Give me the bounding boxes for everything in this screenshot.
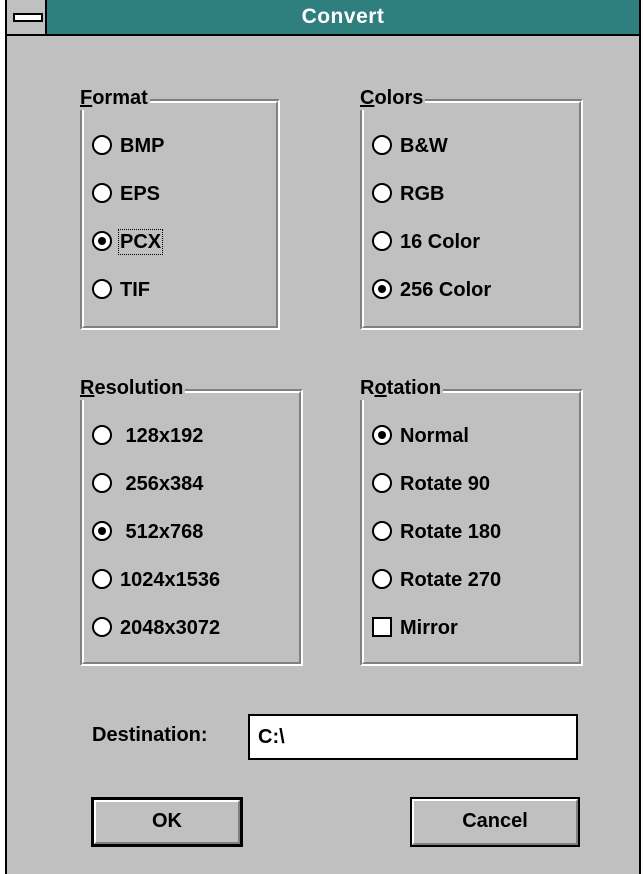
- rotation-group-label: Rotation: [360, 376, 444, 400]
- radio-button-selected[interactable]: [92, 231, 112, 252]
- radio-button[interactable]: [92, 279, 112, 300]
- colors-option-16-color[interactable]: 16 Color: [372, 227, 480, 257]
- radio-button-selected[interactable]: [92, 521, 112, 542]
- format-option-eps[interactable]: EPS: [92, 179, 160, 209]
- radio-button-selected[interactable]: [372, 425, 392, 446]
- colors-option-bw[interactable]: B&W: [372, 131, 448, 161]
- title-bar: Convert: [7, 0, 639, 36]
- rotation-option-rotate-270[interactable]: Rotate 270: [372, 565, 501, 595]
- convert-dialog: Convert Format BMP EPS PCX TIF Colors B&…: [5, 0, 641, 874]
- window-title: Convert: [301, 5, 385, 28]
- format-group-label: Format: [80, 86, 150, 110]
- destination-input[interactable]: C:\: [248, 714, 578, 760]
- radio-button[interactable]: [92, 183, 112, 204]
- colors-group-label: Colors: [360, 86, 426, 110]
- format-option-pcx[interactable]: PCX: [92, 227, 164, 257]
- resolution-option-1024x1536[interactable]: 1024x1536: [92, 565, 220, 595]
- radio-button[interactable]: [92, 135, 112, 156]
- colors-option-256-color[interactable]: 256 Color: [372, 275, 491, 305]
- resolution-option-512x768[interactable]: 512x768: [92, 517, 203, 547]
- resolution-group-label: Resolution: [80, 376, 186, 400]
- rotation-option-rotate-180[interactable]: Rotate 180: [372, 517, 501, 547]
- radio-button[interactable]: [92, 425, 112, 446]
- radio-button[interactable]: [92, 473, 112, 494]
- system-menu-button[interactable]: [7, 0, 47, 34]
- cancel-button[interactable]: Cancel: [410, 797, 580, 847]
- radio-button[interactable]: [372, 135, 392, 156]
- colors-group: Colors B&W RGB 16 Color 256 Color: [360, 86, 583, 330]
- radio-button[interactable]: [372, 473, 392, 494]
- rotation-group: Rotation Normal Rotate 90 Rotate 180 Rot…: [360, 376, 583, 666]
- radio-button[interactable]: [372, 521, 392, 542]
- radio-button[interactable]: [372, 231, 392, 252]
- rotation-option-normal[interactable]: Normal: [372, 421, 469, 451]
- system-menu-icon: [13, 13, 43, 22]
- destination-label: Destination:: [92, 724, 208, 746]
- radio-button[interactable]: [372, 183, 392, 204]
- format-option-tif[interactable]: TIF: [92, 275, 150, 305]
- resolution-option-256x384[interactable]: 256x384: [92, 469, 203, 499]
- resolution-option-128x192[interactable]: 128x192: [92, 421, 203, 451]
- radio-button[interactable]: [92, 617, 112, 638]
- resolution-group: Resolution 128x192 256x384 512x768 1024x…: [80, 376, 303, 666]
- radio-button[interactable]: [92, 569, 112, 590]
- resolution-option-2048x3072[interactable]: 2048x3072: [92, 613, 220, 643]
- ok-button[interactable]: OK: [91, 797, 243, 847]
- radio-button-selected[interactable]: [372, 279, 392, 300]
- mirror-checkbox-row[interactable]: Mirror: [372, 613, 458, 643]
- format-option-bmp[interactable]: BMP: [92, 131, 164, 161]
- rotation-option-rotate-90[interactable]: Rotate 90: [372, 469, 490, 499]
- mirror-checkbox[interactable]: [372, 617, 392, 638]
- colors-option-rgb[interactable]: RGB: [372, 179, 444, 209]
- format-group: Format BMP EPS PCX TIF: [80, 86, 280, 330]
- radio-button[interactable]: [372, 569, 392, 590]
